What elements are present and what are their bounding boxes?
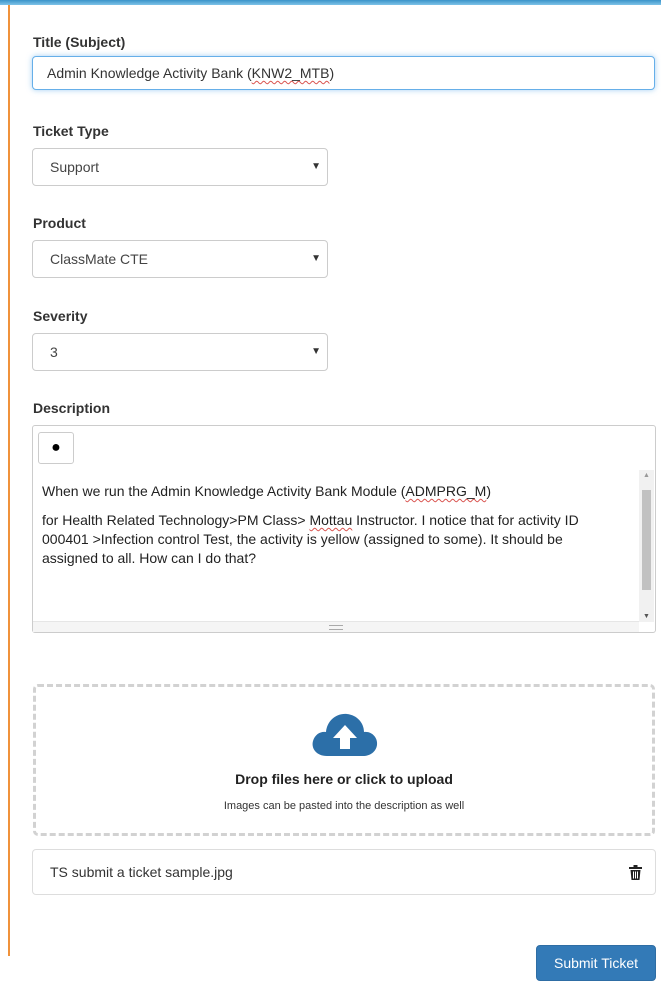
bullet-icon: ●	[51, 439, 61, 456]
product-select[interactable]: ClassMate CTE ▼	[32, 240, 328, 278]
editor-resize-handle[interactable]	[33, 621, 639, 632]
submit-ticket-button[interactable]: Submit Ticket	[536, 945, 656, 981]
window-top-bar	[0, 0, 661, 5]
editor-scrollbar[interactable]: ▲ ▼	[639, 470, 654, 622]
cloud-upload-icon	[312, 713, 378, 756]
scroll-down-arrow-icon[interactable]: ▼	[639, 613, 654, 620]
description-paragraph: When we run the Admin Knowledge Activity…	[42, 483, 491, 499]
severity-value: 3	[50, 344, 58, 360]
chevron-down-icon: ▼	[311, 161, 321, 172]
file-dropzone[interactable]: Drop files here or click to upload Image…	[33, 684, 655, 836]
dropzone-title: Drop files here or click to upload	[235, 771, 453, 787]
panel-accent-border	[8, 5, 10, 956]
severity-label: Severity	[33, 308, 88, 324]
title-text-end: )	[329, 65, 335, 81]
dropzone-subtitle: Images can be pasted into the descriptio…	[223, 800, 465, 812]
title-misspelled-word: KNW2_MTB	[251, 65, 330, 81]
ticket-type-label: Ticket Type	[33, 123, 109, 139]
title-text: Admin Knowledge Activity Bank (	[47, 65, 252, 81]
attachment-item: TS submit a ticket sample.jpg	[32, 849, 656, 895]
scroll-thumb[interactable]	[642, 490, 651, 590]
description-text[interactable]: When we run the Admin Knowledge Activity…	[42, 482, 620, 578]
description-label: Description	[33, 400, 111, 416]
scroll-up-arrow-icon[interactable]: ▲	[639, 472, 654, 479]
ticket-type-select[interactable]: Support ▼	[32, 148, 328, 186]
chevron-down-icon: ▼	[311, 253, 321, 264]
title-input[interactable]: Admin Knowledge Activity Bank (KNW2_MTB)	[32, 56, 655, 90]
severity-select[interactable]: 3 ▼	[32, 333, 328, 371]
grip-icon	[329, 625, 343, 630]
misspelled-word: ADMPRG_M	[405, 483, 487, 499]
description-editor[interactable]: ● When we run the Admin Knowledge Activi…	[32, 425, 656, 633]
chevron-down-icon: ▼	[311, 346, 321, 357]
bullet-list-button[interactable]: ●	[38, 432, 74, 464]
ticket-type-value: Support	[50, 159, 100, 175]
product-value: ClassMate CTE	[50, 251, 149, 267]
misspelled-word: Mottau	[309, 512, 353, 528]
trash-icon[interactable]	[629, 865, 642, 880]
product-label: Product	[33, 215, 86, 231]
title-label: Title (Subject)	[33, 34, 126, 50]
attachment-filename: TS submit a ticket sample.jpg	[50, 864, 233, 880]
description-paragraph: for Health Related Technology>PM Class> …	[42, 512, 579, 566]
